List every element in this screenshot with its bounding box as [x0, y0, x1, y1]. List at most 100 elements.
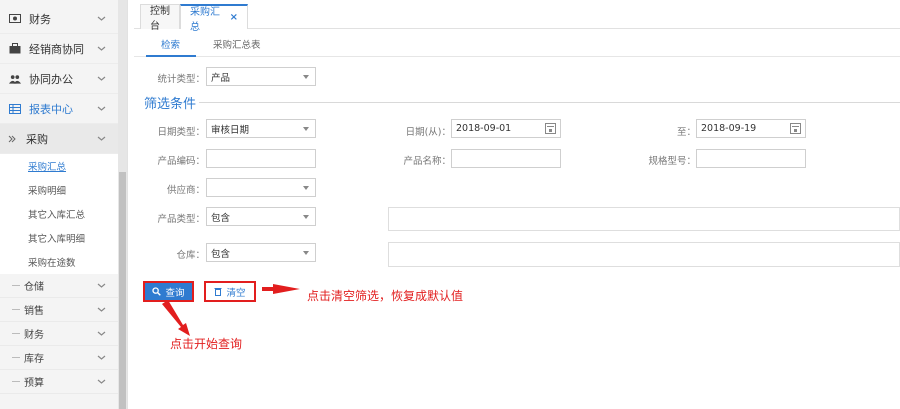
- product-name-label: 产品名称：: [403, 156, 451, 167]
- date-to-value: 2018-09-19: [701, 123, 757, 134]
- date-type-label: 日期类型：: [157, 127, 205, 138]
- sidebar-leaf-other-in-detail[interactable]: 其它入库明细: [0, 226, 118, 250]
- subtab-search[interactable]: 检索: [161, 37, 180, 51]
- product-code-input[interactable]: [206, 149, 316, 168]
- tab-console[interactable]: 控制台: [140, 4, 180, 32]
- tree-dash: [12, 285, 20, 286]
- sidebar-leaf-label: 采购明细: [28, 186, 67, 197]
- date-from-field[interactable]: 2018-09-01: [451, 119, 561, 138]
- chevron-down-icon: [97, 355, 106, 360]
- sidebar-item-reports[interactable]: 报表中心: [0, 94, 118, 124]
- chevron-down-icon: [97, 136, 106, 141]
- caret-down-icon: [303, 127, 309, 131]
- sidebar-section-inventory[interactable]: 库存: [0, 346, 118, 370]
- sidebar-leaf-label: 其它入库汇总: [28, 210, 86, 221]
- sidebar-submenu-label: 采购: [26, 132, 48, 146]
- calendar-icon[interactable]: [790, 123, 801, 134]
- sidebar-leaf-label: 其它入库明细: [28, 234, 86, 245]
- caret-down-icon: [303, 186, 309, 190]
- close-icon[interactable]: ×: [230, 12, 238, 23]
- sidebar-section-budget[interactable]: 预算: [0, 370, 118, 394]
- tab-label: 控制台: [150, 6, 170, 32]
- annotation-clear: 点击清空筛选，恢复成默认值: [307, 289, 464, 303]
- tree-dash: [12, 357, 20, 358]
- select-value: 包含: [211, 212, 231, 224]
- stat-type-select[interactable]: 产品: [206, 67, 316, 86]
- chevron-down-icon: [97, 16, 106, 21]
- table-icon: [9, 103, 21, 114]
- select-value: 包含: [211, 248, 231, 260]
- caret-down-icon: [303, 75, 309, 79]
- sidebar-item-finance[interactable]: 财务: [0, 4, 118, 34]
- sidebar-leaf-purchase-detail[interactable]: 采购明细: [0, 178, 118, 202]
- sidebar-item-label: 报表中心: [29, 102, 73, 116]
- sidebar: 财务 经销商协同 协同办公 报表中心 采购 采购汇总 采购明细 其它入库汇总 其…: [0, 0, 128, 409]
- search-icon: [152, 287, 162, 296]
- warehouse-label: 仓库：: [176, 250, 205, 261]
- warehouse-selection-area[interactable]: [388, 242, 900, 267]
- stat-type-label: 统计类型：: [157, 74, 205, 85]
- users-icon: [9, 73, 21, 84]
- tree-dash: [12, 381, 20, 382]
- section-divider: [199, 102, 900, 103]
- select-value: 产品: [211, 72, 231, 84]
- date-to-field[interactable]: 2018-09-19: [696, 119, 806, 138]
- trash-icon: [214, 288, 222, 296]
- chevron-down-icon: [97, 76, 106, 81]
- warehouse-select[interactable]: 包含: [206, 243, 316, 262]
- caret-down-icon: [303, 215, 309, 219]
- clear-button[interactable]: 清空: [204, 281, 256, 302]
- annotation-arrows: [162, 284, 300, 336]
- spec-label: 规格型号：: [648, 156, 696, 167]
- sidebar-section-label: 财务: [24, 330, 44, 341]
- tree-dash: [12, 333, 20, 334]
- sidebar-leaf-purchase-summary[interactable]: 采购汇总: [0, 154, 118, 178]
- sidebar-item-label: 协同办公: [29, 72, 73, 86]
- tab-bar: 控制台 采购汇总 ×: [134, 0, 900, 33]
- supplier-select[interactable]: [206, 178, 316, 197]
- chevron-down-icon: [97, 307, 106, 312]
- subtab-purchase-summary-table[interactable]: 采购汇总表: [213, 37, 261, 51]
- arrow-to-query: [162, 300, 190, 336]
- arrow-to-clear: [262, 284, 300, 294]
- briefcase-icon: [9, 43, 21, 54]
- sidebar-leaf-other-in-summary[interactable]: 其它入库汇总: [0, 202, 118, 226]
- sidebar-section-sales[interactable]: 销售: [0, 298, 118, 322]
- annotation-query: 点击开始查询: [170, 337, 243, 351]
- double-chevron-right-icon: [6, 133, 18, 144]
- chevron-down-icon: [97, 283, 106, 288]
- sidebar-section-warehouse[interactable]: 仓储: [0, 274, 118, 298]
- sidebar-leaf-label: 采购在途数: [28, 258, 76, 269]
- select-value: 审核日期: [211, 124, 250, 136]
- sidebar-section-label: 仓储: [24, 282, 44, 293]
- sidebar-leaf-label: 采购汇总: [28, 162, 67, 173]
- caret-down-icon: [303, 251, 309, 255]
- product-type-selection-area[interactable]: [388, 207, 900, 231]
- query-button[interactable]: 查询: [143, 281, 194, 302]
- sidebar-leaf-in-transit[interactable]: 采购在途数: [0, 250, 118, 274]
- sidebar-item-office[interactable]: 协同办公: [0, 64, 118, 94]
- filter-section-title: 筛选条件: [144, 97, 197, 112]
- date-from-label: 日期(从)：: [405, 127, 451, 138]
- product-name-input[interactable]: [451, 149, 561, 168]
- tab-label: 采购汇总: [190, 6, 220, 33]
- sidebar-section-label: 预算: [24, 378, 44, 389]
- spec-input[interactable]: [696, 149, 806, 168]
- product-code-label: 产品编码：: [157, 156, 205, 167]
- sidebar-submenu-purchase[interactable]: 采购: [0, 124, 118, 154]
- sidebar-section-finance[interactable]: 财务: [0, 322, 118, 346]
- product-type-select[interactable]: 包含: [206, 207, 316, 226]
- sidebar-item-dealer[interactable]: 经销商协同: [0, 34, 118, 64]
- date-to-label: 至：: [676, 127, 696, 138]
- tab-purchase-summary[interactable]: 采购汇总 ×: [180, 4, 248, 33]
- date-from-value: 2018-09-01: [456, 123, 512, 134]
- query-button-label: 查询: [165, 287, 185, 299]
- clear-button-label: 清空: [226, 287, 246, 299]
- calendar-icon[interactable]: [545, 123, 556, 134]
- sidebar-scrollbar-thumb[interactable]: [119, 172, 126, 409]
- chevron-down-icon: [97, 331, 106, 336]
- chevron-down-icon: [97, 379, 106, 384]
- chevron-down-icon: [97, 46, 106, 51]
- chevron-down-icon: [97, 106, 106, 111]
- date-type-select[interactable]: 审核日期: [206, 119, 316, 138]
